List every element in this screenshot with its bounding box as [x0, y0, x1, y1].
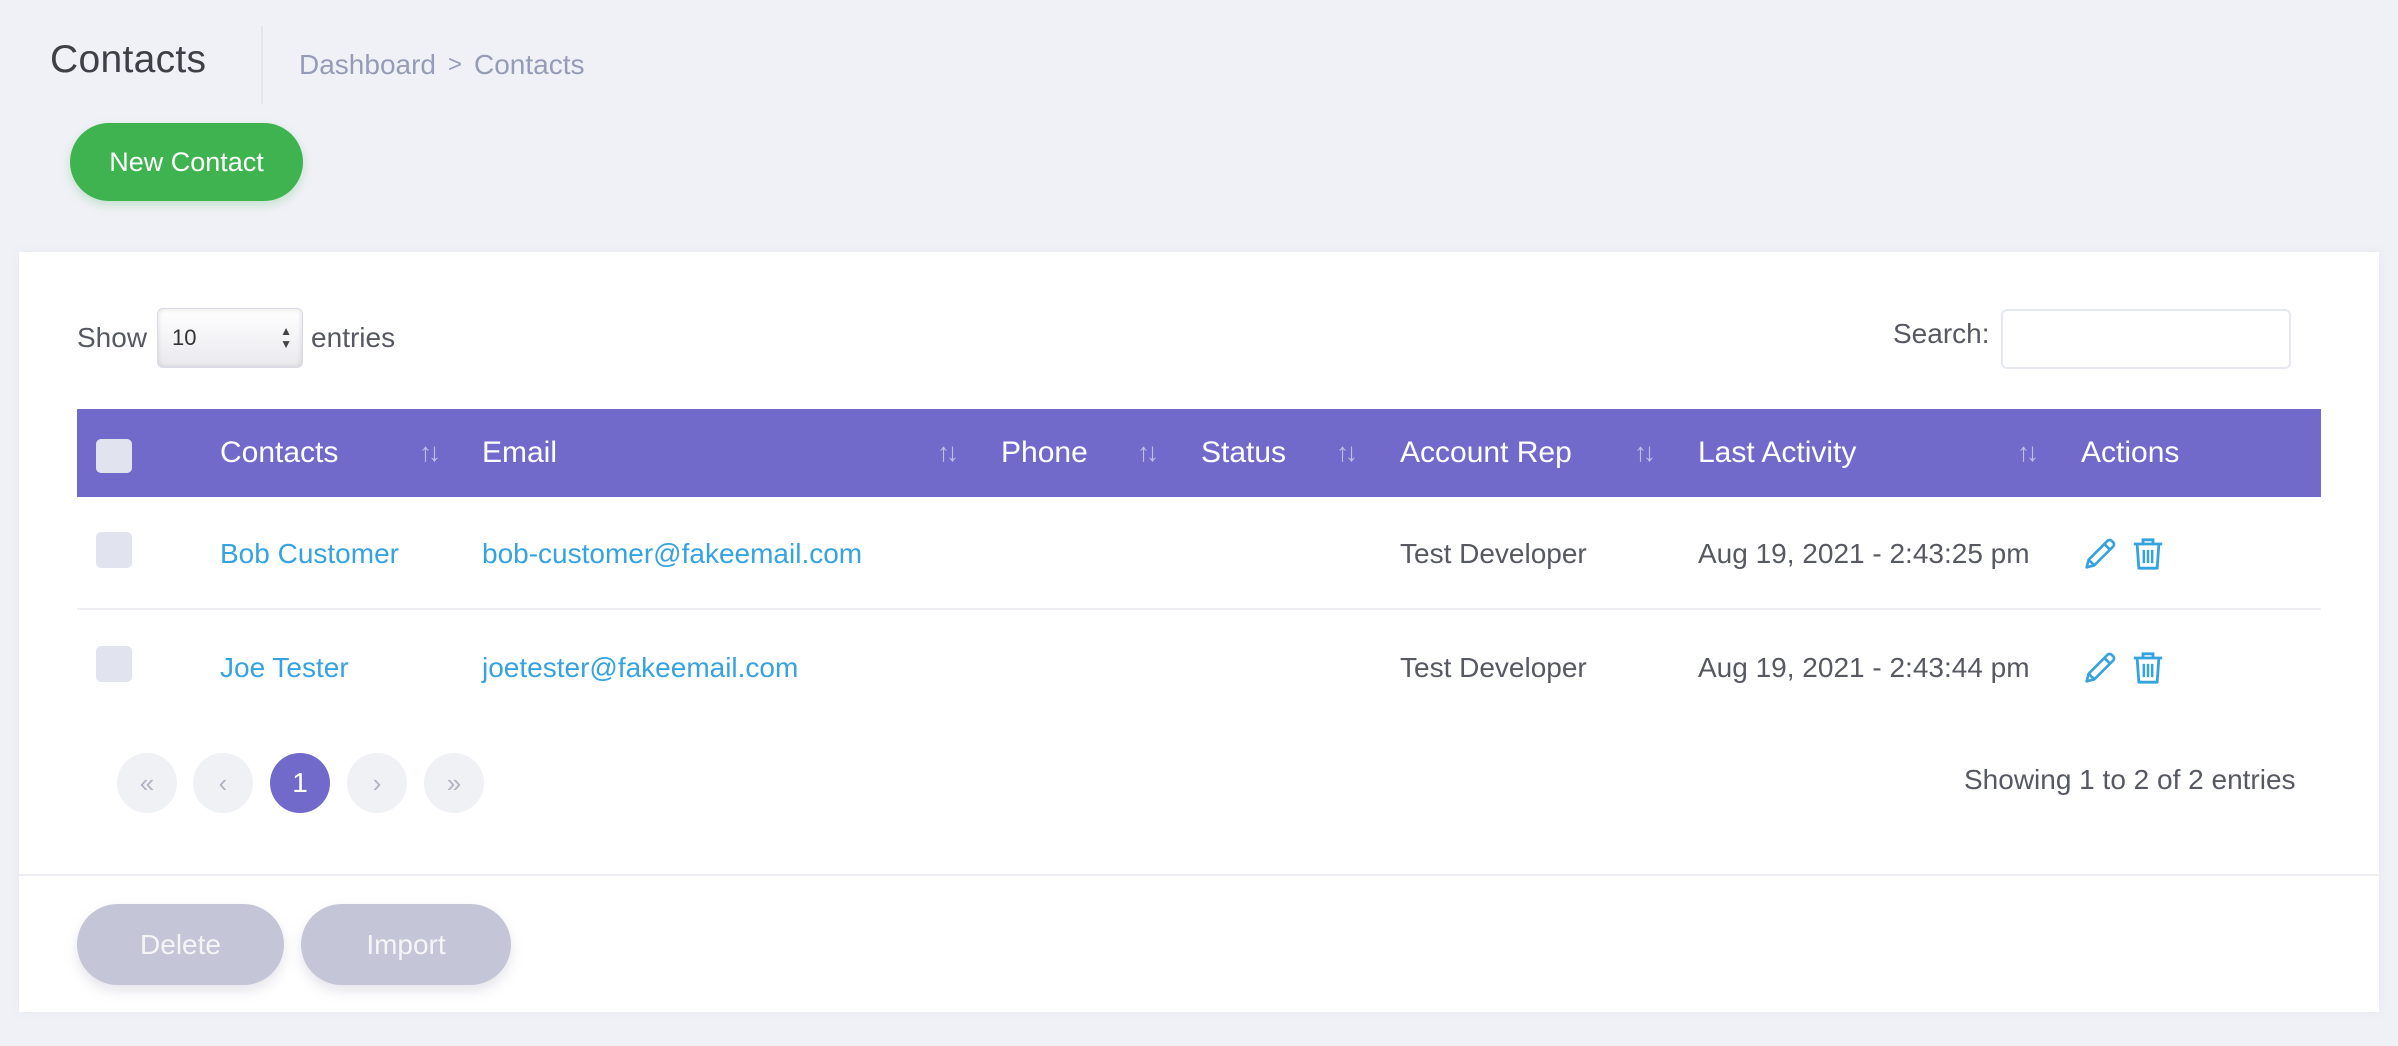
row-checkbox[interactable] [96, 532, 132, 568]
sort-arrows-icon[interactable]: ↑↓ [1634, 437, 1656, 468]
page-number-button[interactable]: 1 [270, 753, 330, 813]
contact-email-link[interactable]: bob-customer@fakeemail.com [482, 498, 862, 610]
show-entries-control: Show 10 ▲ ▼ entries [77, 308, 395, 368]
last-page-icon[interactable]: » [424, 753, 484, 813]
sort-arrows-icon[interactable]: ↑↓ [1137, 437, 1159, 468]
first-page-icon[interactable]: « [117, 753, 177, 813]
contact-email-link[interactable]: joetester@fakeemail.com [482, 612, 798, 724]
column-header-email[interactable]: Email [482, 409, 557, 497]
breadcrumb-contacts[interactable]: Contacts [474, 49, 585, 81]
entries-per-page-select[interactable]: 10 ▲ ▼ [157, 308, 304, 368]
sort-arrows-icon[interactable]: ↑↓ [1336, 437, 1358, 468]
trash-icon[interactable] [2128, 534, 2168, 574]
delete-button[interactable]: Delete [77, 904, 284, 985]
column-header-contacts[interactable]: Contacts [220, 409, 338, 497]
contact-name-link[interactable]: Bob Customer [220, 498, 399, 610]
new-contact-button[interactable]: New Contact [70, 123, 303, 201]
table-row: Bob Customer bob-customer@fakeemail.com … [77, 498, 2321, 610]
contact-account-rep: Test Developer [1400, 538, 1587, 569]
next-page-icon[interactable]: › [347, 753, 407, 813]
table-row: Joe Tester joetester@fakeemail.com Test … [77, 612, 2321, 724]
page-title: Contacts [50, 38, 207, 81]
column-header-actions: Actions [2081, 436, 2180, 469]
contact-last-activity: Aug 19, 2021 - 2:43:44 pm [1698, 652, 2030, 683]
contact-name-link[interactable]: Joe Tester [220, 612, 349, 724]
trash-icon[interactable] [2128, 648, 2168, 688]
pencil-icon[interactable] [2080, 648, 2120, 688]
sort-arrows-icon[interactable]: ↑↓ [419, 437, 441, 468]
search-input[interactable] [2001, 309, 2291, 369]
column-header-last-activity[interactable]: Last Activity [1698, 409, 1856, 497]
entries-label: entries [311, 322, 396, 353]
column-header-status[interactable]: Status [1201, 409, 1286, 497]
contact-last-activity: Aug 19, 2021 - 2:43:25 pm [1698, 538, 2030, 569]
breadcrumb-separator: > [447, 51, 462, 78]
select-arrows-icon: ▲ ▼ [280, 324, 293, 351]
select-all-checkbox[interactable] [96, 439, 132, 473]
sort-arrows-icon[interactable]: ↑↓ [937, 437, 959, 468]
sort-arrows-icon[interactable]: ↑↓ [2017, 437, 2039, 468]
contact-account-rep: Test Developer [1400, 652, 1587, 683]
pagination-info: Showing 1 to 2 of 2 entries [1964, 764, 2296, 795]
breadcrumb-dashboard[interactable]: Dashboard [299, 49, 436, 81]
show-label: Show [77, 322, 148, 353]
column-header-phone[interactable]: Phone [1001, 409, 1088, 497]
breadcrumb: Dashboard > Contacts [299, 49, 585, 81]
previous-page-icon[interactable]: ‹ [193, 753, 253, 813]
entries-per-page-value: 10 [172, 325, 197, 350]
title-divider [261, 26, 263, 104]
pencil-icon[interactable] [2080, 534, 2120, 574]
column-header-account-rep[interactable]: Account Rep [1400, 409, 1572, 497]
row-checkbox[interactable] [96, 646, 132, 682]
import-button[interactable]: Import [301, 904, 511, 985]
table-header: Contacts ↑↓ Email ↑↓ Phone ↑↓ Status ↑↓ … [77, 409, 2321, 497]
card-divider [19, 874, 2379, 876]
search-label: Search: [1893, 318, 1990, 349]
